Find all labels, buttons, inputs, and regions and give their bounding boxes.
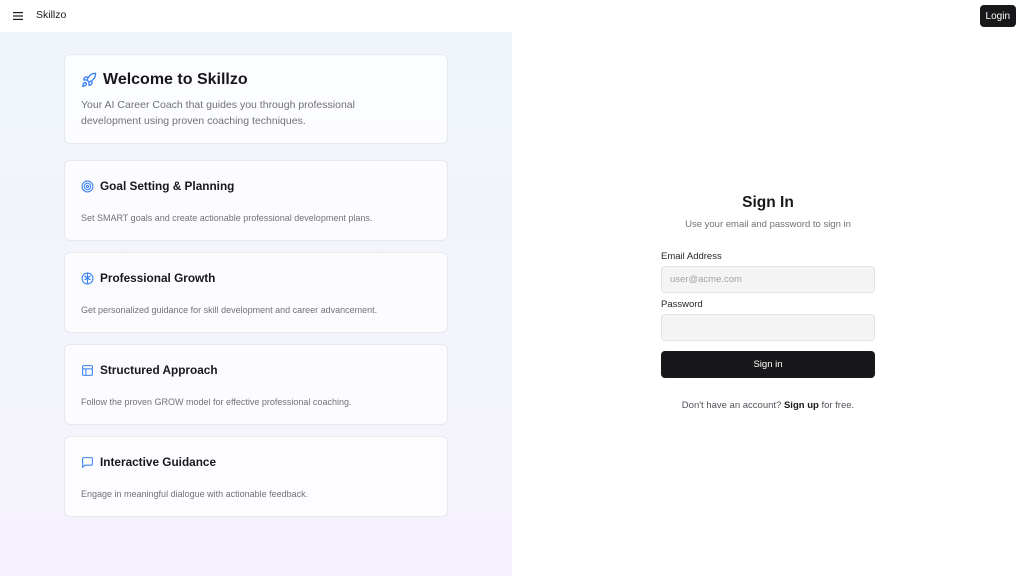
feature-title: Goal Setting & Planning bbox=[100, 179, 235, 193]
feature-description: Set SMART goals and create actionable pr… bbox=[81, 213, 373, 223]
sign-in-button[interactable]: Sign in bbox=[661, 351, 875, 378]
welcome-description: Your AI Career Coach that guides you thr… bbox=[81, 99, 355, 127]
feature-description: Engage in meaningful dialogue with actio… bbox=[81, 489, 309, 499]
feature-header: Structured Approach bbox=[81, 363, 218, 377]
welcome-title: Welcome to Skillzo bbox=[103, 71, 248, 88]
signin-panel: Sign In Use your email and password to s… bbox=[512, 32, 1024, 576]
target-icon bbox=[81, 180, 94, 192]
signup-prompt: Don't have an account? Sign up for free. bbox=[661, 400, 875, 411]
rocket-icon bbox=[82, 72, 97, 87]
brain-icon bbox=[81, 272, 94, 284]
signin-subtitle: Use your email and password to sign in bbox=[685, 219, 851, 230]
feature-header: Professional Growth bbox=[81, 271, 215, 285]
feature-title: Interactive Guidance bbox=[100, 455, 217, 469]
feature-title: Structured Approach bbox=[100, 363, 218, 377]
signup-prefix: Don't have an account? bbox=[681, 400, 782, 411]
sidebar-toggle-button[interactable] bbox=[8, 6, 28, 26]
feature-title: Professional Growth bbox=[100, 271, 216, 285]
feature-card-professional-growth: Professional Growth Get personalized gui… bbox=[64, 252, 448, 333]
feature-header: Interactive Guidance bbox=[81, 455, 216, 469]
password-field[interactable] bbox=[661, 314, 875, 341]
welcome-card: Welcome to Skillzo Your AI Career Coach … bbox=[64, 54, 448, 144]
feature-card-structured-approach: Structured Approach Follow the proven GR… bbox=[64, 344, 448, 425]
password-label: Password bbox=[661, 299, 703, 310]
features-panel: Welcome to Skillzo Your AI Career Coach … bbox=[0, 32, 512, 576]
feature-header: Goal Setting & Planning bbox=[81, 179, 234, 193]
feature-description: Get personalized guidance for skill deve… bbox=[81, 305, 378, 315]
feature-card-goal-setting: Goal Setting & Planning Set SMART goals … bbox=[64, 160, 448, 241]
email-label: Email Address bbox=[661, 251, 722, 262]
email-field[interactable] bbox=[661, 266, 875, 293]
welcome-header: Welcome to Skillzo bbox=[81, 71, 248, 89]
signup-suffix: for free. bbox=[821, 400, 855, 411]
top-bar: Skillzo Login bbox=[0, 0, 1024, 32]
signin-form: Sign In Use your email and password to s… bbox=[661, 194, 875, 411]
signin-title: Sign In bbox=[742, 194, 794, 211]
menu-icon bbox=[13, 12, 23, 20]
app-title: Skillzo bbox=[36, 9, 67, 21]
login-button[interactable]: Login bbox=[979, 5, 1016, 27]
message-square-icon bbox=[82, 456, 93, 468]
feature-card-interactive-guidance: Interactive Guidance Engage in meaningfu… bbox=[64, 436, 448, 517]
layout-icon bbox=[82, 364, 93, 376]
feature-description: Follow the proven GROW model for effecti… bbox=[81, 397, 352, 407]
sign-up-link[interactable]: Sign up bbox=[784, 400, 819, 411]
